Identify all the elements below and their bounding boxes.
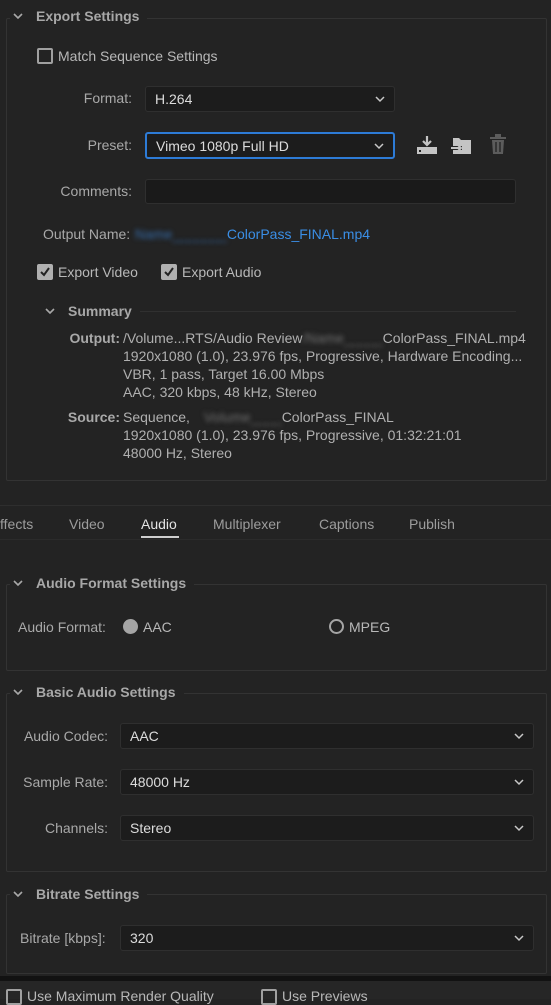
summary-title: Summary	[68, 303, 132, 319]
tab-video[interactable]: Video	[69, 516, 105, 532]
tab-audio[interactable]: Audio	[141, 516, 177, 532]
checkmark-icon	[40, 267, 50, 277]
comments-label: Comments:	[60, 183, 132, 199]
chevron-down-icon	[514, 733, 524, 740]
export-audio-label: Export Audio	[182, 264, 262, 280]
audio-codec-value: AAC	[130, 728, 159, 744]
summary-output-line: /Volume...RTS/Audio Review/Name_____Colo…	[123, 330, 526, 346]
format-select[interactable]: H.264	[145, 86, 395, 112]
sample-rate-value: 48000 Hz	[130, 774, 190, 790]
radio-mpeg-label: MPEG	[349, 619, 391, 635]
chevron-down-icon[interactable]	[10, 8, 26, 24]
summary-source-line: Sequence, Volume____ColorPass_FINAL	[123, 409, 394, 425]
checkmark-icon	[164, 267, 174, 277]
match-sequence-label: Match Sequence Settings	[58, 48, 218, 64]
channels-select[interactable]: Stereo	[120, 815, 534, 841]
channels-value: Stereo	[130, 820, 172, 836]
summary-source-line: 48000 Hz, Stereo	[123, 445, 232, 461]
summary-output-redacted: /Name_____	[302, 330, 383, 346]
chevron-down-icon	[514, 779, 524, 786]
summary-divider	[140, 311, 516, 312]
audio-format-title: Audio Format Settings	[36, 575, 187, 591]
comments-input[interactable]	[145, 179, 516, 204]
bitrate-value: 320	[130, 930, 154, 946]
export-settings-header[interactable]: Export Settings	[10, 8, 148, 24]
audio-format-label: Audio Format:	[18, 619, 106, 635]
output-name-label: Output Name:	[43, 226, 131, 242]
tab-effects[interactable]: ffects	[0, 516, 33, 532]
output-name-link[interactable]: Name_______ColorPass_FINAL.mp4	[135, 226, 370, 242]
audio-codec-select[interactable]: AAC	[120, 723, 534, 749]
tabs-top-divider	[0, 505, 551, 506]
radio-aac[interactable]	[123, 619, 138, 634]
format-label: Format:	[83, 90, 132, 106]
chevron-down-icon[interactable]	[10, 886, 26, 902]
chevron-down-icon	[375, 96, 385, 103]
bitrate-header[interactable]: Bitrate Settings	[10, 886, 148, 902]
basic-audio-title: Basic Audio Settings	[36, 684, 176, 700]
summary-header[interactable]: Summary	[42, 303, 140, 319]
use-previews-checkbox[interactable]	[261, 989, 277, 1005]
tab-publish[interactable]: Publish	[409, 516, 455, 532]
summary-source-key: Source:	[67, 409, 120, 425]
chevron-down-icon[interactable]	[10, 684, 26, 700]
summary-output-key: Output:	[69, 330, 120, 346]
export-video-checkbox[interactable]	[37, 264, 53, 280]
output-name-value: ColorPass_FINAL.mp4	[226, 226, 371, 242]
export-audio-checkbox[interactable]	[161, 264, 177, 280]
chevron-down-icon	[374, 142, 384, 149]
preset-select[interactable]: Vimeo 1080p Full HD	[145, 132, 395, 159]
bitrate-label: Bitrate [kbps]:	[20, 930, 106, 946]
format-value: H.264	[155, 91, 193, 107]
summary-output-line: AAC, 320 kbps, 48 kHz, Stereo	[123, 384, 317, 400]
audio-codec-label: Audio Codec:	[23, 728, 108, 744]
radio-mpeg[interactable]	[329, 619, 344, 634]
radio-aac-label: AAC	[143, 619, 172, 635]
save-preset-icon[interactable]	[415, 134, 439, 156]
bitrate-title: Bitrate Settings	[36, 886, 140, 902]
max-render-quality-checkbox[interactable]	[6, 989, 22, 1005]
channels-label: Channels:	[44, 820, 108, 836]
delete-preset-icon[interactable]	[487, 133, 509, 156]
chevron-down-icon	[514, 825, 524, 832]
tab-captions[interactable]: Captions	[319, 516, 374, 532]
summary-source-redacted: Volume____	[203, 409, 282, 425]
sample-rate-select[interactable]: 48000 Hz	[120, 769, 534, 795]
summary-output-line: VBR, 1 pass, Target 16.00 Mbps	[123, 366, 325, 382]
audio-format-header[interactable]: Audio Format Settings	[10, 575, 195, 591]
summary-output-line: 1920x1080 (1.0), 23.976 fps, Progressive…	[123, 348, 523, 364]
chevron-down-icon[interactable]	[42, 303, 58, 319]
max-render-quality-label: Use Maximum Render Quality	[27, 988, 214, 1004]
export-video-label: Export Video	[58, 264, 138, 280]
bitrate-select[interactable]: 320	[120, 925, 534, 951]
output-name-redacted: Name_______	[135, 226, 227, 242]
import-preset-icon[interactable]	[450, 134, 474, 156]
tabs-bottom-divider	[0, 539, 551, 540]
preset-value: Vimeo 1080p Full HD	[156, 137, 289, 154]
chevron-down-icon[interactable]	[10, 575, 26, 591]
active-tab-indicator	[141, 536, 179, 538]
match-sequence-checkbox[interactable]	[37, 48, 53, 64]
basic-audio-header[interactable]: Basic Audio Settings	[10, 684, 184, 700]
chevron-down-icon	[514, 935, 524, 942]
summary-source-line: 1920x1080 (1.0), 23.976 fps, Progressive…	[123, 427, 462, 443]
tab-multiplexer[interactable]: Multiplexer	[213, 516, 281, 532]
export-settings-title: Export Settings	[36, 8, 140, 24]
use-previews-label: Use Previews	[282, 988, 368, 1004]
preset-label: Preset:	[87, 137, 132, 153]
sample-rate-label: Sample Rate:	[23, 774, 108, 790]
